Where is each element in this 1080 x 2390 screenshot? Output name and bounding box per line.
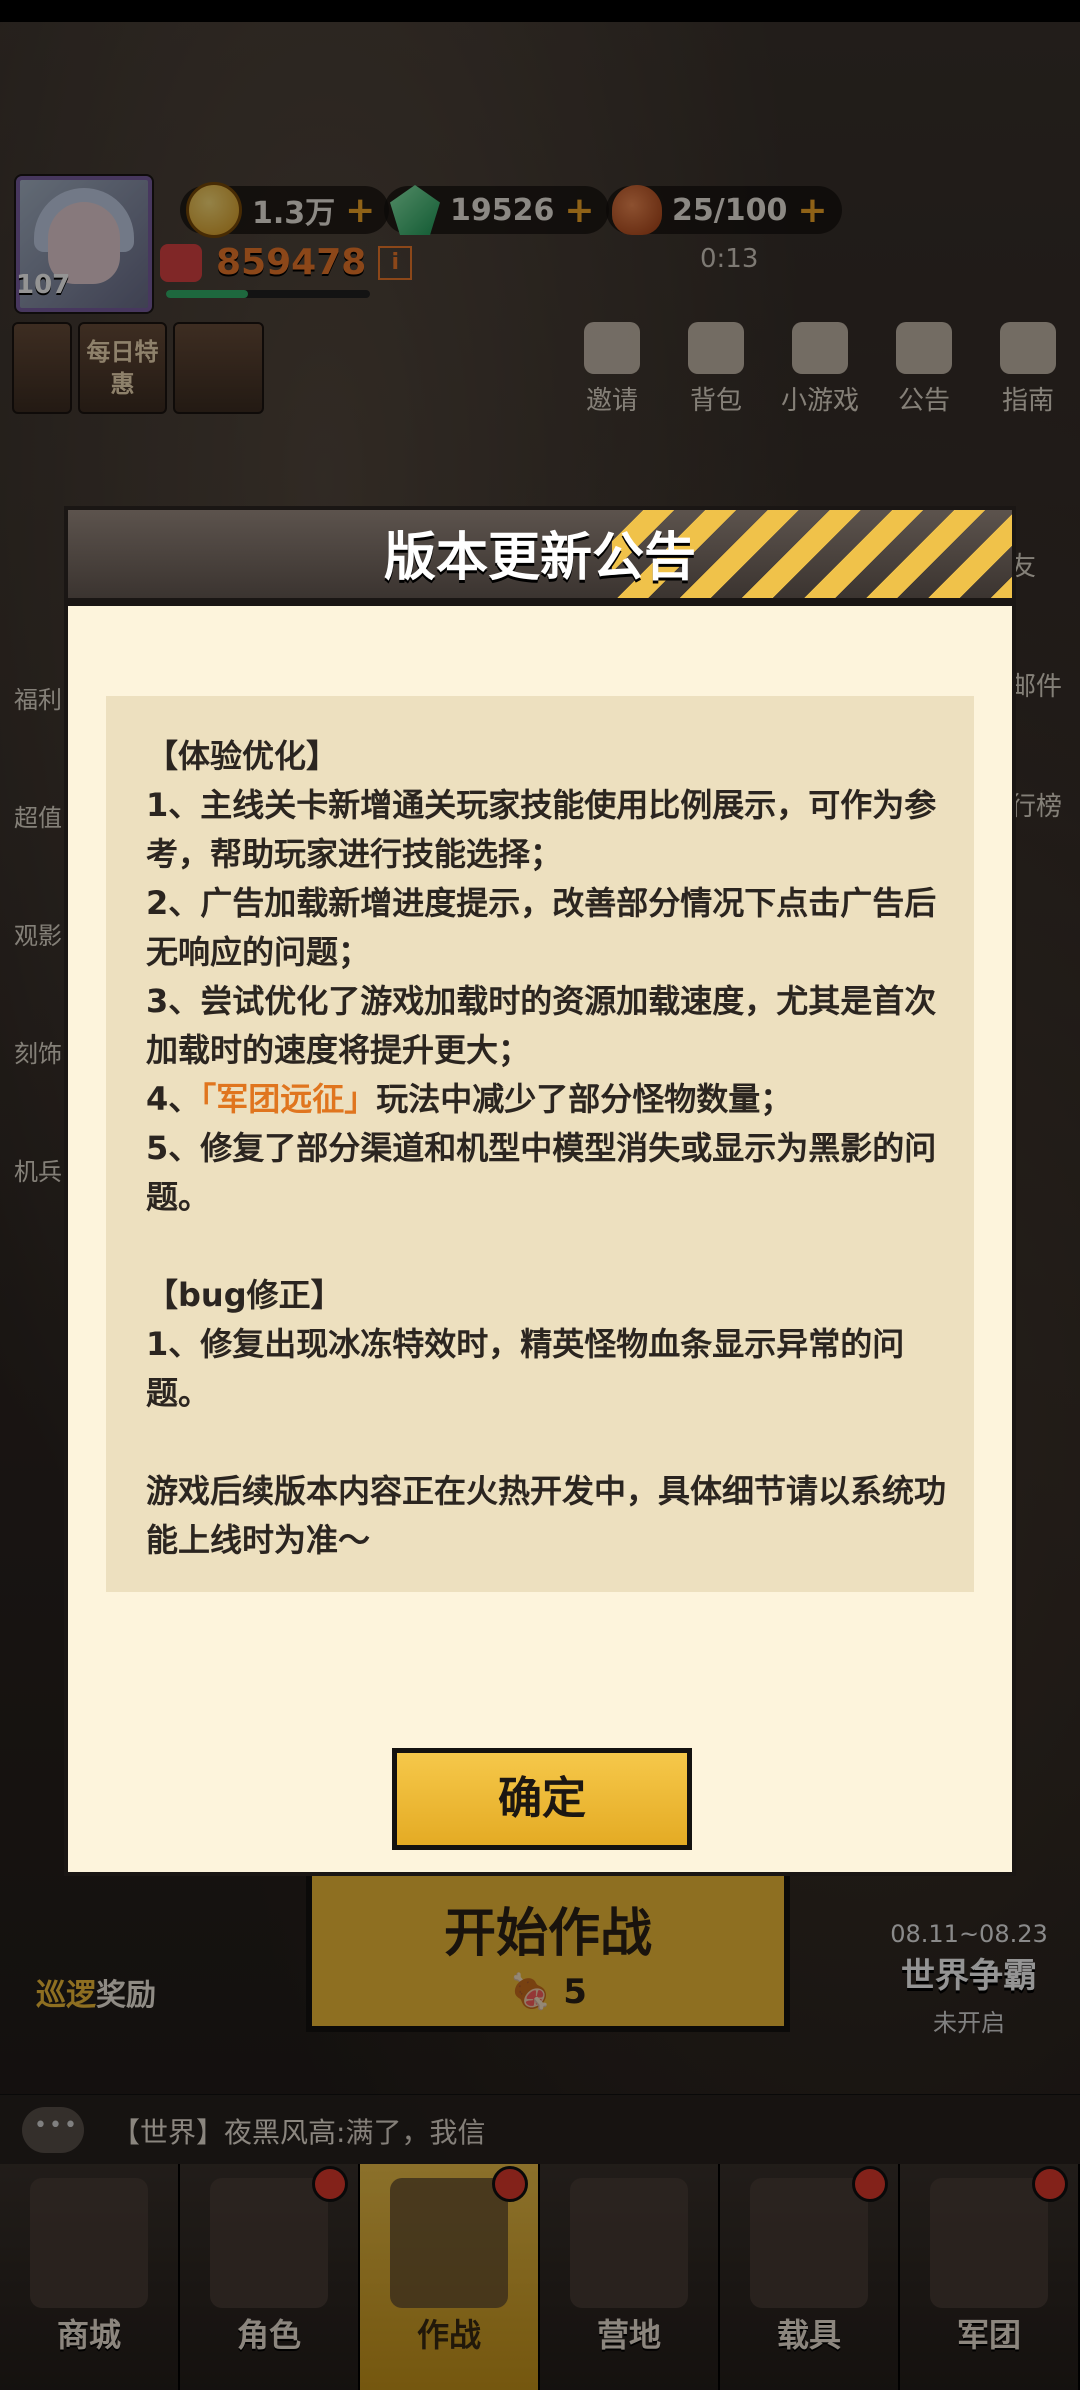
notice-content[interactable]: 【体验优化】 1、主线关卡新增通关玩家技能使用比例展示，可作为参考，帮助玩家进行…: [106, 696, 974, 1592]
notice-line: 4、「军团远征」玩法中减少了部分怪物数量；: [146, 1080, 793, 1118]
confirm-button[interactable]: 确定: [392, 1748, 692, 1850]
legion-expedition-highlight: 「军团远征」: [200, 1080, 377, 1118]
notice-line: 1、修复出现冰冻特效时，精英怪物血条显示异常的问题。: [146, 1325, 905, 1412]
dialog-header: 版本更新公告: [64, 506, 1016, 602]
section-heading-bugfix: 【bug修正】: [146, 1276, 343, 1314]
dialog-title: 版本更新公告: [383, 528, 696, 588]
notice-line: 3、尝试优化了游戏加载时的资源加载速度，尤其是首次加载时的速度将提升更大；: [146, 982, 937, 1069]
notice-footer: 游戏后续版本内容正在火热开发中，具体细节请以系统功能上线时为准～: [146, 1472, 947, 1559]
dialog-body: 【体验优化】 1、主线关卡新增通关玩家技能使用比例展示，可作为参考，帮助玩家进行…: [64, 602, 1016, 1876]
notice-line: 5、修复了部分渠道和机型中模型消失或显示为黑影的问题。: [146, 1129, 937, 1216]
section-heading-experience: 【体验优化】: [146, 737, 339, 775]
notice-line: 1、主线关卡新增通关玩家技能使用比例展示，可作为参考，帮助玩家进行技能选择；: [146, 786, 937, 873]
notice-line: 2、广告加载新增进度提示，改善部分情况下点击广告后无响应的问题；: [146, 884, 937, 971]
update-notice-dialog: 版本更新公告 【体验优化】 1、主线关卡新增通关玩家技能使用比例展示，可作为参考…: [64, 506, 1016, 1876]
